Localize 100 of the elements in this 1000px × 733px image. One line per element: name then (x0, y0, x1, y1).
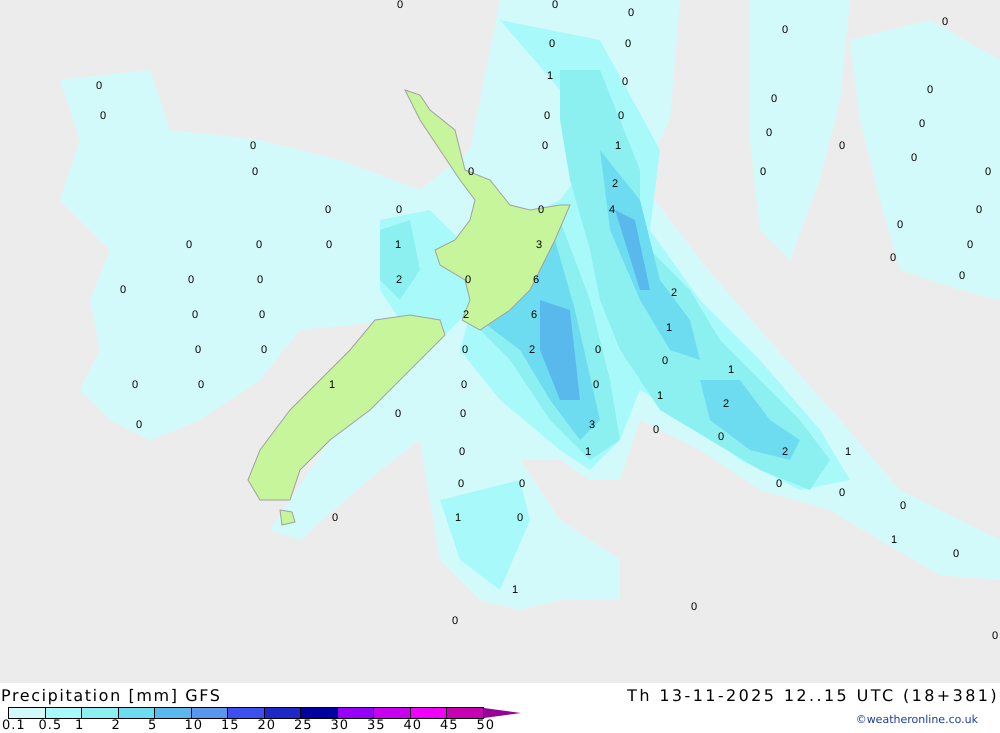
legend-label: 1 (75, 719, 86, 733)
precipitation-value: 1 (844, 448, 852, 456)
precipitation-value: 0 (992, 632, 998, 640)
precipitation-value: 6 (530, 311, 538, 319)
precipitation-value: 0 (618, 112, 624, 120)
precipitation-value: 0 (132, 381, 138, 389)
precipitation-value: 0 (452, 617, 458, 625)
precipitation-value: 0 (460, 410, 466, 418)
precipitation-value: 0 (518, 480, 526, 488)
precipitation-value: 6 (532, 276, 540, 284)
precipitation-value: 2 (782, 448, 788, 456)
precipitation-value: 0 (628, 9, 634, 17)
precipitation-value: 0 (192, 311, 198, 319)
precipitation-value: 3 (536, 241, 542, 249)
precipitation-value: 0 (918, 120, 926, 128)
credit-link[interactable]: ©weatheronline.co.uk (856, 707, 1000, 733)
precipitation-value: 0 (770, 95, 778, 103)
precipitation-value: 1 (728, 366, 734, 374)
precipitation-value: 0 (782, 26, 788, 34)
precipitation-value: 0 (958, 272, 966, 280)
precipitation-value: 0 (468, 168, 474, 176)
precipitation-value: 0 (542, 142, 548, 150)
precipitation-value: 0 (926, 86, 934, 94)
precipitation-value: 0 (256, 241, 262, 249)
legend-label: 25 (294, 719, 314, 733)
precipitation-value: 0 (652, 426, 660, 434)
precipitation-value: 0 (100, 112, 106, 120)
precipitation-value: 0 (396, 1, 404, 9)
precipitation-value: 0 (942, 18, 948, 26)
legend-title: Precipitation [mm] GFS (0, 686, 222, 704)
precipitation-value: 0 (552, 1, 558, 9)
legend-label: 45 (440, 719, 460, 733)
precipitation-value: 1 (328, 381, 336, 389)
precipitation-value: 3 (588, 421, 596, 429)
precipitation-value: 0 (188, 276, 194, 284)
precipitation-value: 0 (624, 40, 632, 48)
precipitation-value: 0 (538, 206, 544, 214)
precipitation-value: 0 (324, 206, 332, 214)
precipitation-value: 0 (458, 480, 464, 488)
precipitation-value: 2 (722, 400, 730, 408)
precipitation-value: 0 (622, 78, 628, 86)
precipitation-value: 0 (548, 40, 556, 48)
precipitation-value: 0 (194, 346, 202, 354)
precipitation-value: 0 (592, 381, 600, 389)
legend-label: 2 (112, 719, 122, 733)
precipitation-value: 0 (662, 357, 668, 365)
precipitation-value: 0 (966, 241, 974, 249)
precipitation-value: 0 (984, 168, 992, 176)
precipitation-value: 0 (976, 206, 982, 214)
precipitation-value: 0 (896, 221, 904, 229)
precipitation-value: 0 (260, 346, 268, 354)
legend-label: 35 (367, 719, 387, 733)
precipitation-value: 1 (394, 241, 402, 249)
precipitation-value: 0 (690, 603, 698, 611)
legend-label: 0.1 (2, 719, 27, 733)
precipitation-value: 1 (512, 586, 518, 594)
precipitation-value: 1 (656, 392, 664, 400)
precipitation-value: 0 (326, 241, 332, 249)
precipitation-value: 1 (584, 448, 592, 456)
precipitation-value: 2 (396, 276, 402, 284)
legend-label: 0.5 (38, 719, 64, 733)
precipitation-value: 0 (900, 502, 906, 510)
precipitation-value: 0 (250, 142, 256, 150)
precipitation-value: 0 (516, 514, 524, 522)
precipitation-value: 1 (890, 536, 898, 544)
precipitation-value: 0 (186, 241, 192, 249)
precipitation-value: 0 (396, 206, 402, 214)
valid-time: Th 13-11-2025 12..15 UTC (18+381) (627, 686, 1000, 704)
precipitation-value: 0 (120, 286, 126, 294)
precipitation-value: 0 (460, 381, 468, 389)
precipitation-value: 0 (462, 346, 468, 354)
precipitation-value: 0 (458, 448, 466, 456)
precipitation-value: 1 (666, 324, 672, 332)
legend-label: 40 (404, 719, 424, 733)
legend-label: 30 (330, 719, 350, 733)
precipitation-value: 0 (252, 168, 258, 176)
precipitation-value: 2 (462, 311, 470, 319)
precipitation-value: 1 (614, 142, 622, 150)
legend-label: 20 (258, 719, 278, 733)
legend-label: 10 (184, 719, 204, 733)
precipitation-value: 0 (760, 168, 766, 176)
legend-label: 50 (476, 719, 496, 733)
precipitation-value: 1 (454, 514, 462, 522)
precipitation-value: 0 (136, 421, 142, 429)
precipitation-value: 2 (670, 289, 678, 297)
precipitation-value: 0 (776, 480, 782, 488)
precipitation-value: 1 (546, 72, 554, 80)
precipitation-value: 0 (838, 142, 846, 150)
precipitation-value: 2 (528, 346, 536, 354)
precipitation-value: 0 (890, 254, 896, 262)
precipitation-value: 0 (198, 381, 204, 389)
precipitation-value: 0 (544, 112, 550, 120)
precipitation-value: 0 (766, 129, 772, 137)
precipitation-value: 2 (612, 180, 618, 188)
precipitation-value: 0 (910, 154, 918, 162)
precipitation-value: 4 (608, 206, 616, 214)
precipitation-value: 0 (332, 514, 338, 522)
legend-label: 5 (148, 719, 158, 733)
precipitation-value: 0 (594, 346, 602, 354)
precipitation-value: 0 (464, 276, 472, 284)
